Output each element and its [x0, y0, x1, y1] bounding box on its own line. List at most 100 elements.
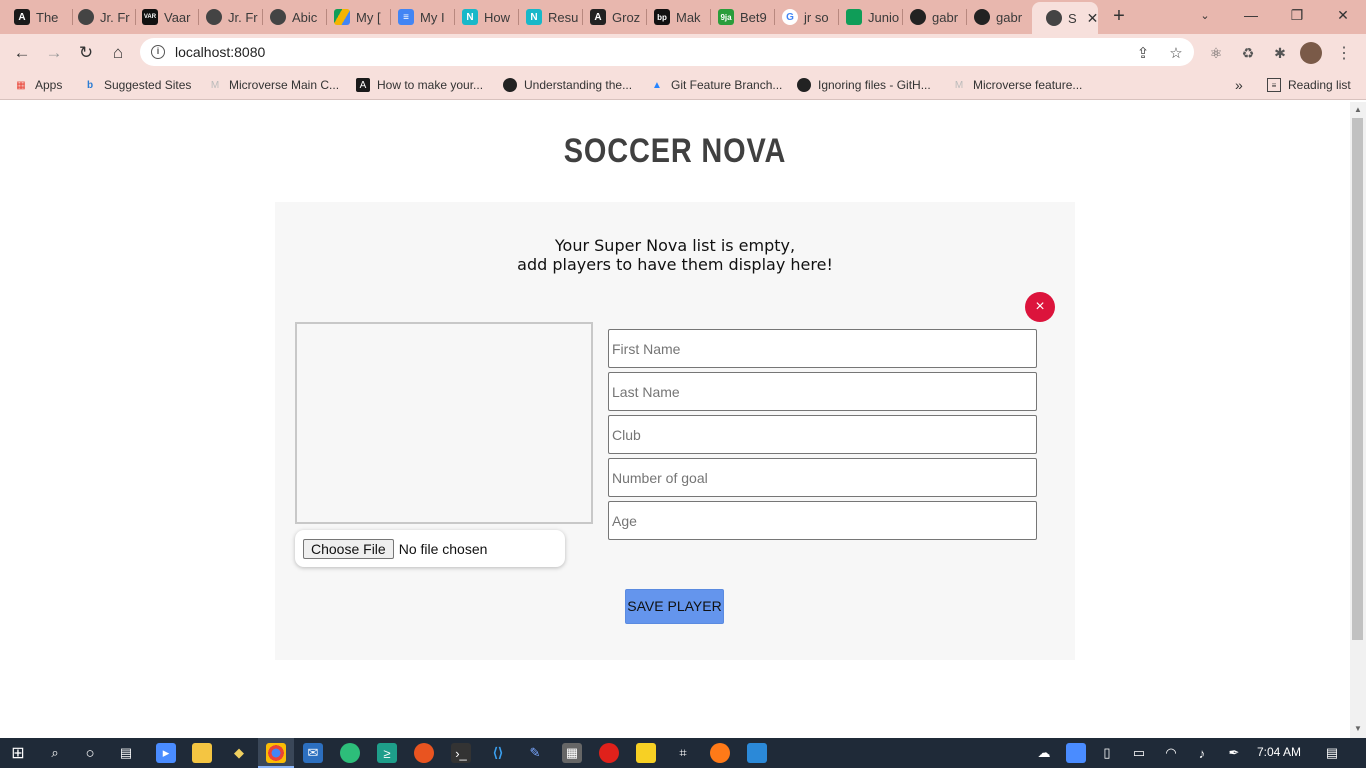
zoom-icon[interactable]: ▸ — [156, 743, 176, 763]
zoom-tray-icon[interactable] — [1066, 743, 1086, 763]
bookmark-apps[interactable]: ▦ Apps — [14, 76, 62, 94]
onedrive-icon[interactable]: ☁ — [1034, 743, 1054, 763]
windows-start-icon[interactable]: ⊞ — [8, 743, 28, 763]
browser-tab[interactable]: ≡ My I — [384, 2, 454, 32]
vscode-icon[interactable]: ⟨⟩ — [488, 743, 508, 763]
calculator-icon[interactable]: ▦ — [562, 743, 582, 763]
chrome-icon[interactable] — [266, 743, 286, 763]
browser-tab[interactable]: My [ — [320, 2, 390, 32]
browser-tab[interactable]: Jr. Fr — [64, 2, 136, 32]
atlassian-icon: ▲ — [652, 79, 662, 91]
extension-react-icon[interactable]: ⚛ — [1206, 43, 1226, 63]
battery-icon[interactable]: ▭ — [1129, 743, 1149, 763]
photos-icon[interactable] — [747, 743, 767, 763]
save-player-button[interactable]: SAVE PLAYER — [625, 589, 724, 624]
sheets-icon — [846, 9, 862, 25]
close-form-button[interactable]: × — [1025, 292, 1055, 322]
firefox-icon[interactable] — [710, 743, 730, 763]
address-bar[interactable]: i localhost:8080 ⇪ ☆ — [140, 38, 1194, 66]
git-icon[interactable]: ◆ — [229, 743, 249, 763]
file-upload[interactable]: Choose File No file chosen — [295, 530, 565, 567]
browser-tab[interactable]: Junio — [832, 2, 902, 32]
opera-icon[interactable] — [599, 743, 619, 763]
share-icon[interactable]: ⇪ — [1134, 44, 1152, 62]
wifi-icon[interactable]: ◠ — [1161, 743, 1181, 763]
app-green-icon[interactable] — [340, 743, 360, 763]
choose-file-button[interactable]: Choose File — [303, 538, 394, 559]
browser-tab[interactable]: gabr — [960, 2, 1030, 32]
extensions-puzzle-icon[interactable]: ✱ — [1270, 43, 1290, 63]
pen-icon[interactable]: ✒ — [1224, 743, 1244, 763]
address-url[interactable]: localhost:8080 — [175, 44, 265, 60]
reading-list-button[interactable]: ≡ Reading list — [1267, 76, 1351, 94]
globe-icon — [1046, 10, 1062, 26]
usb-icon[interactable]: ▯ — [1097, 743, 1117, 763]
back-icon[interactable]: ← — [9, 40, 35, 66]
restore-button[interactable]: ❐ — [1274, 0, 1320, 30]
search-icon[interactable]: ⌕ — [45, 743, 65, 763]
browser-tab-active[interactable]: S ✕ — [1032, 2, 1098, 34]
bookmark-how-to[interactable]: A How to make your... — [356, 76, 483, 94]
club-input[interactable] — [608, 415, 1037, 454]
goals-input[interactable] — [608, 458, 1037, 497]
bookmark-understanding[interactable]: Understanding the... — [503, 76, 632, 94]
forward-icon[interactable]: → — [41, 40, 67, 66]
scroll-up-icon[interactable]: ▲ — [1352, 105, 1364, 119]
volume-icon[interactable]: ♪ — [1192, 743, 1212, 763]
more-bookmarks-button[interactable]: » — [1235, 76, 1243, 94]
scroll-down-icon[interactable]: ▼ — [1352, 724, 1364, 738]
minimize-button[interactable]: — — [1228, 0, 1274, 30]
site-info-icon[interactable]: i — [151, 45, 165, 59]
github-icon — [797, 78, 811, 92]
tab-search-icon[interactable]: ⌄ — [1182, 0, 1228, 30]
globe-icon — [270, 9, 286, 25]
extension-recycle-icon[interactable]: ♻ — [1238, 43, 1258, 63]
snip-icon[interactable]: ⌗ — [673, 743, 693, 763]
sticky-notes-icon[interactable] — [636, 743, 656, 763]
browser-tab[interactable]: bp Mak — [640, 2, 710, 32]
home-icon[interactable]: ⌂ — [105, 40, 131, 66]
profile-avatar[interactable] — [1300, 42, 1322, 64]
player-image-preview — [295, 322, 593, 524]
bookmark-microverse-feature[interactable]: M Microverse feature... — [952, 76, 1083, 94]
bookmark-git-feature[interactable]: ▲ Git Feature Branch... — [650, 76, 782, 94]
browser-tab[interactable]: 9ja Bet9 — [704, 2, 774, 32]
file-status: No file chosen — [398, 540, 488, 557]
age-input[interactable] — [608, 501, 1037, 540]
bp-icon: bp — [654, 9, 670, 25]
mail-icon[interactable]: ✉ — [303, 743, 323, 763]
browser-tab[interactable]: Gjr so — [768, 2, 838, 32]
first-name-input[interactable] — [608, 329, 1037, 368]
reload-icon[interactable]: ↻ — [73, 40, 99, 66]
scroll-thumb[interactable] — [1352, 118, 1363, 640]
menu-kebab-icon[interactable]: ⋮ — [1334, 43, 1354, 63]
last-name-input[interactable] — [608, 372, 1037, 411]
browser-tab[interactable]: A Groz — [576, 2, 646, 32]
github-icon — [974, 9, 990, 25]
tool-icon[interactable]: ✎ — [525, 743, 545, 763]
browser-toolbar: ← → ↻ ⌂ i localhost:8080 ⇪ ☆ ⚛ ♻ ✱ ⋮ — [0, 34, 1366, 70]
cortana-icon[interactable]: ○ — [80, 743, 100, 763]
browser-tab[interactable]: VAR Vaar — [128, 2, 198, 32]
browser-tab[interactable]: N Resu — [512, 2, 582, 32]
browser-tab[interactable]: gabr — [896, 2, 966, 32]
bookmark-star-icon[interactable]: ☆ — [1167, 44, 1185, 62]
bookmark-microverse[interactable]: M Microverse Main C... — [208, 76, 339, 94]
close-window-button[interactable]: ✕ — [1320, 0, 1366, 30]
close-tab-icon[interactable]: ✕ — [1087, 10, 1098, 27]
file-explorer-icon[interactable] — [192, 743, 212, 763]
task-view-icon[interactable]: ▤ — [116, 743, 136, 763]
browser-tab[interactable]: Jr. Fr — [192, 2, 262, 32]
ubuntu-icon[interactable] — [414, 743, 434, 763]
browser-tab[interactable]: Abic — [256, 2, 326, 32]
taskbar-clock[interactable]: 7:04 AM — [1257, 745, 1301, 759]
new-tab-button[interactable]: + — [1108, 5, 1130, 27]
bookmark-ignoring-files[interactable]: Ignoring files - GitH... — [797, 76, 931, 94]
bet9-icon: 9ja — [718, 9, 734, 25]
terminal-app-icon[interactable]: ≥ — [377, 743, 397, 763]
bookmark-suggested-sites[interactable]: b Suggested Sites — [83, 76, 191, 94]
browser-tab[interactable]: A The — [0, 2, 72, 32]
cmd-icon[interactable]: ›_ — [451, 743, 471, 763]
browser-tab[interactable]: N How — [448, 2, 518, 32]
notifications-icon[interactable]: ▤ — [1322, 743, 1342, 763]
